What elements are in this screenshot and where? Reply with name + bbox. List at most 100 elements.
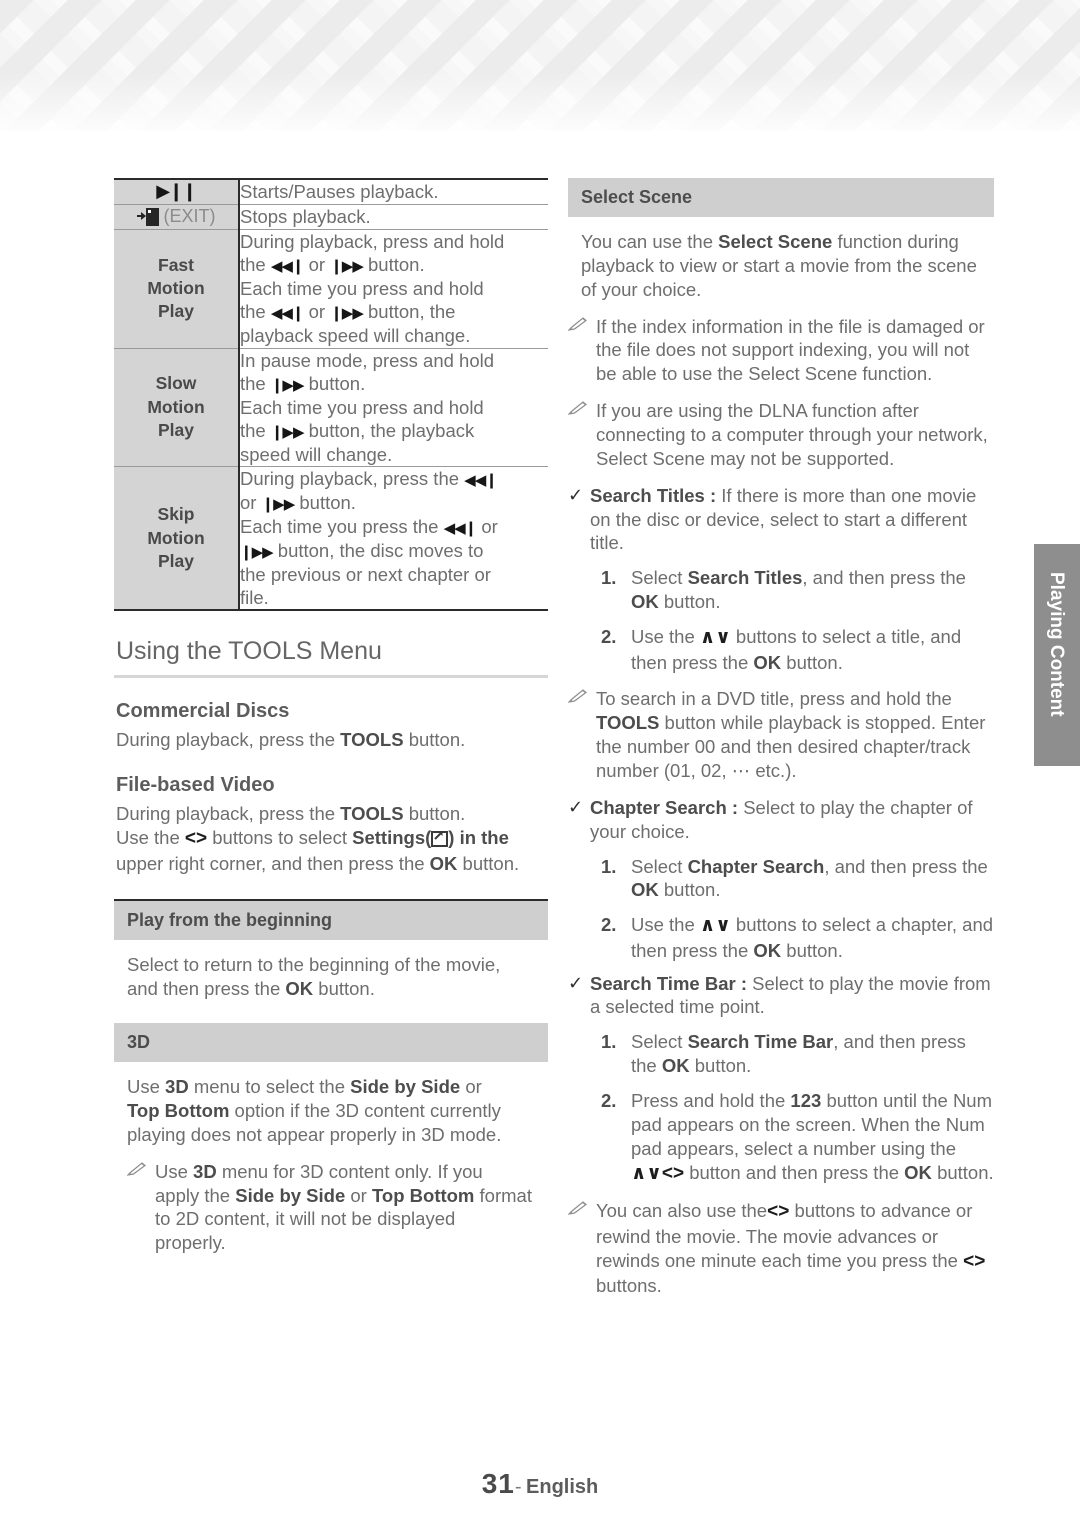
value-line: Each time you press and hold: [240, 278, 484, 300]
ok-keyword: OK: [904, 1161, 932, 1183]
file-based-video-body: During playback, press the TOOLS button.…: [116, 803, 520, 874]
key-line: Play: [158, 301, 194, 322]
check-bullet-item: ✓ Chapter Search : Select to play the ch…: [568, 796, 994, 844]
numbered-step: 1. Select Search Titles, and then press …: [601, 566, 994, 614]
check-bullet-icon: ✓: [568, 972, 584, 993]
note-item: If you are using the DLNA function after…: [568, 399, 994, 471]
skip-forward-icon: ❙▶▶: [270, 376, 305, 394]
key-line: Fast: [158, 254, 194, 275]
text-fragment: option if the 3D content currently: [234, 1100, 501, 1122]
ok-keyword: OK: [631, 591, 659, 613]
table-cell-key: Skip Motion Play: [114, 466, 240, 611]
play-pause-icon: ▶❙❙: [156, 181, 197, 201]
tools-keyword: TOOLS: [340, 729, 404, 751]
value-line: the: [240, 301, 266, 323]
check-bullet-text: Chapter Search : Select to play the chap…: [590, 796, 994, 844]
three-d-keyword: 3D: [165, 1076, 189, 1098]
skip-backward-icon: ◀◀❙: [270, 305, 305, 323]
value-line: or: [481, 516, 498, 537]
value-line: button, the playback: [308, 420, 475, 442]
value-line: the: [240, 254, 266, 276]
text-fragment: , and then press the: [824, 855, 988, 877]
chapter-search-keyword: Chapter Search: [687, 855, 825, 877]
text-fragment: button.: [786, 939, 843, 961]
table-row: ▶❙❙ Starts/Pauses playback.: [114, 177, 548, 205]
text-fragment: format: [479, 1184, 532, 1206]
text-fragment: button.: [663, 591, 721, 613]
table-row: Fast Motion Play During playback, press …: [114, 228, 548, 349]
text-fragment: playing does not appear properly in 3D m…: [127, 1123, 502, 1145]
value-line: or: [308, 301, 326, 323]
chapter-search-keyword: Chapter Search: [590, 796, 727, 818]
note-item: To search in a DVD title, press and hold…: [568, 687, 994, 782]
value-line: Each time you press the: [240, 516, 439, 537]
pencil-note-icon: [568, 399, 588, 471]
text-fragment: You can also use the: [596, 1200, 768, 1222]
select-scene-keyword: Select Scene: [718, 231, 833, 252]
ok-keyword: OK: [753, 651, 782, 673]
note-text: You can also use the<> buttons to advanc…: [596, 1199, 994, 1298]
table-cell-value: In pause mode, press and hold the ❙▶▶ bu…: [239, 347, 548, 467]
key-line: Play: [158, 420, 194, 441]
three-d-body: Use 3D menu to select the Side by Side o…: [127, 1075, 548, 1147]
numbered-step: 1. Select Chapter Search, and then press…: [601, 855, 994, 903]
step-text: Use the ∧∨ buttons to select a title, an…: [631, 625, 994, 674]
step-text: Use the ∧∨ buttons to select a chapter, …: [631, 913, 994, 962]
value-line: button, the: [368, 301, 456, 323]
check-bullet-item: ✓ Search Titles : If there is more than …: [568, 484, 994, 556]
text-fragment: Use the: [631, 626, 695, 648]
pencil-note-icon: [568, 687, 588, 782]
table-cell-value: Starts/Pauses playback.: [239, 177, 548, 205]
text-fragment: apply the: [155, 1184, 231, 1206]
text-fragment: Select to return to the beginning of the…: [127, 954, 501, 976]
text-fragment: button.: [937, 1161, 994, 1183]
section-heading-tools-menu: Using the TOOLS Menu: [114, 637, 548, 679]
colon: :: [740, 972, 747, 994]
value-line: Each time you press and hold: [240, 396, 484, 418]
note-text: If you are using the DLNA function after…: [596, 400, 988, 469]
skip-backward-icon: ◀◀❙: [270, 258, 305, 276]
text-fragment: upper right corner, and then press the O…: [116, 852, 520, 874]
right-column: Select Scene You can use the Select Scen…: [568, 178, 994, 1298]
button-function-table: ▶❙❙ Starts/Pauses playback. (EXIT) Stops…: [114, 177, 548, 613]
skip-backward-icon: ◀◀❙: [443, 520, 478, 537]
exit-icon: [136, 207, 159, 227]
text-fragment: Use: [127, 1076, 160, 1098]
value-line: button, the disc moves to: [277, 539, 484, 561]
text-fragment: Select: [631, 1031, 683, 1053]
value-line: During playback, press and hold: [240, 230, 505, 252]
decorative-header-fade: [0, 0, 1080, 131]
text-fragment: , and then press the: [802, 567, 966, 589]
text-fragment: menu for 3D content only. If you: [221, 1160, 483, 1182]
step-number: 1.: [601, 1031, 617, 1053]
step-number: 2.: [601, 1090, 617, 1112]
key-line: Slow: [155, 373, 197, 394]
table-cell-value: During playback, press and hold the ◀◀❙ …: [239, 228, 548, 349]
settings-keyword-close: ) in the: [448, 827, 509, 849]
text-fragment: to 2D content, it will not be displayed: [155, 1208, 456, 1230]
note-text: Use 3D menu for 3D content only. If you …: [155, 1160, 548, 1255]
select-scene-intro: You can use the Select Scene function du…: [581, 230, 994, 302]
text-fragment: Select: [631, 567, 683, 589]
table-row: Skip Motion Play During playback, press …: [114, 466, 548, 611]
table-cell-key: Slow Motion Play: [114, 347, 240, 467]
search-time-bar-keyword: Search Time Bar: [590, 972, 736, 994]
step-number: 2.: [601, 914, 617, 936]
skip-forward-icon: ❙▶▶: [330, 305, 364, 323]
option-bar-3d: 3D: [114, 1023, 548, 1063]
numbered-step: 2. Press and hold the 123 button until t…: [601, 1089, 994, 1186]
option-bar-select-scene: Select Scene: [568, 178, 994, 217]
arrow-left-right-icon: <>: [767, 1201, 790, 1223]
value-line: speed will change.: [240, 443, 393, 465]
table-row: Slow Motion Play In pause mode, press an…: [114, 347, 548, 467]
text-fragment: Use the: [116, 827, 180, 849]
pencil-note-icon: [568, 1199, 588, 1298]
arrow-cluster-icon: ∧∨<>: [631, 1162, 685, 1184]
value-line: or: [308, 254, 326, 276]
settings-icon: [431, 831, 449, 848]
text-fragment: buttons to select: [212, 827, 347, 849]
note-item: If the index information in the file is …: [568, 315, 994, 387]
side-by-side-keyword: Side by Side: [235, 1184, 346, 1206]
text-fragment: button and then press the: [689, 1161, 900, 1183]
text-fragment: You can use the: [581, 231, 714, 252]
